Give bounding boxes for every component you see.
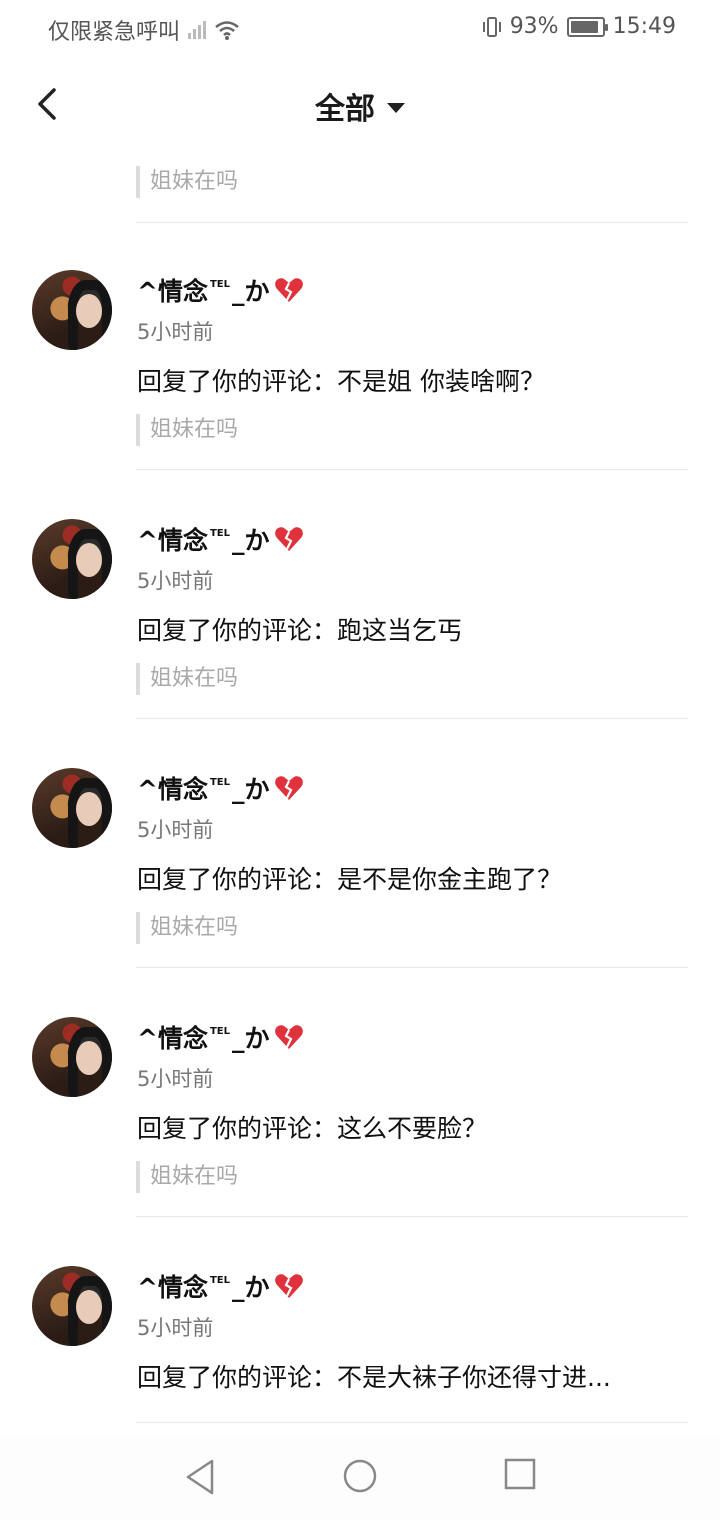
- username-suffix: _か: [231, 277, 270, 306]
- broken-heart-icon: [274, 1274, 303, 1298]
- divider: [136, 222, 688, 223]
- header: 全部: [0, 70, 720, 142]
- battery-icon: [566, 16, 608, 37]
- avatar[interactable]: [32, 1017, 112, 1097]
- username[interactable]: ^情念 TEL _か: [137, 770, 304, 806]
- filter-dropdown[interactable]: 全部: [0, 84, 720, 128]
- triangle-back-icon[interactable]: [184, 1458, 216, 1496]
- status-left: 仅限紧急呼叫: [48, 14, 240, 46]
- battery-percent: 93%: [509, 14, 559, 39]
- quoted-comment: 姐妹在吗: [136, 1161, 238, 1193]
- caret-down-icon: [387, 103, 405, 113]
- notification-item[interactable]: ^情念 TEL _か 5小时前 回复了你的评论：跑这当乞丐 姐妹在吗: [0, 519, 720, 768]
- username-tel: TEL: [209, 1274, 230, 1286]
- username-suffix: _か: [231, 1024, 270, 1053]
- divider: [136, 718, 688, 719]
- clock: 15:49: [612, 14, 676, 39]
- timestamp: 5小时前: [137, 569, 214, 593]
- quoted-comment: 姐妹在吗: [136, 663, 238, 695]
- username-text: ^情念: [137, 1273, 208, 1302]
- timestamp: 5小时前: [137, 1316, 214, 1340]
- avatar-face: [76, 543, 102, 577]
- quoted-comment: 姐妹在吗: [136, 912, 238, 944]
- avatar[interactable]: [32, 270, 112, 350]
- circle-home-icon[interactable]: [342, 1458, 378, 1494]
- username[interactable]: ^情念 TEL _か: [137, 1268, 304, 1304]
- username-tel: TEL: [209, 278, 230, 290]
- notification-item[interactable]: ^情念 TEL _か 5小时前 回复了你的评论：这么不要脸？ 姐妹在吗: [0, 1017, 720, 1266]
- vibrate-icon: [482, 16, 501, 37]
- divider: [136, 967, 688, 968]
- status-bar: 仅限紧急呼叫 93% 15:49: [0, 0, 720, 58]
- username-text: ^情念: [137, 1024, 208, 1053]
- timestamp: 5小时前: [137, 320, 214, 344]
- signal-icon: [186, 19, 208, 41]
- comment-text[interactable]: 回复了你的评论：这么不要脸？: [137, 1109, 487, 1145]
- username-suffix: _か: [231, 526, 270, 555]
- carrier-text: 仅限紧急呼叫: [48, 20, 181, 45]
- avatar-face: [76, 1290, 102, 1324]
- avatar-face: [76, 1041, 102, 1075]
- avatar-face: [76, 294, 102, 328]
- square-recents-icon[interactable]: [504, 1458, 536, 1490]
- page-title: 全部: [315, 92, 375, 127]
- username-suffix: _か: [231, 775, 270, 804]
- wifi-icon: [215, 21, 239, 40]
- avatar[interactable]: [32, 519, 112, 599]
- broken-heart-icon: [274, 278, 303, 302]
- username-text: ^情念: [137, 526, 208, 555]
- comment-text[interactable]: 回复了你的评论：不是姐 你装啥啊？: [137, 362, 545, 398]
- broken-heart-icon: [274, 776, 303, 800]
- timestamp: 5小时前: [137, 818, 214, 842]
- notification-item[interactable]: ^情念 TEL _か 5小时前 回复了你的评论：是不是你金主跑了？ 姐妹在吗: [0, 768, 720, 1017]
- quoted-comment: 姐妹在吗: [136, 166, 238, 198]
- timestamp: 5小时前: [137, 1067, 214, 1091]
- comment-text[interactable]: 回复了你的评论：跑这当乞丐: [137, 611, 462, 647]
- username[interactable]: ^情念 TEL _か: [137, 272, 304, 308]
- comment-text[interactable]: 回复了你的评论：不是大袜子你还得寸进...: [137, 1358, 611, 1394]
- broken-heart-icon: [274, 1025, 303, 1049]
- system-nav-bar: [0, 1434, 720, 1520]
- quoted-comment: 姐妹在吗: [136, 414, 238, 446]
- divider: [136, 1422, 688, 1423]
- username-suffix: _か: [231, 1273, 270, 1302]
- notification-item[interactable]: ^情念 TEL _か 5小时前 回复了你的评论：不是姐 你装啥啊？ 姐妹在吗: [0, 270, 720, 519]
- username-tel: TEL: [209, 776, 230, 788]
- avatar[interactable]: [32, 1266, 112, 1346]
- username-tel: TEL: [209, 527, 230, 539]
- username-tel: TEL: [209, 1025, 230, 1037]
- broken-heart-icon: [274, 527, 303, 551]
- avatar-face: [76, 792, 102, 826]
- username[interactable]: ^情念 TEL _か: [137, 521, 304, 557]
- avatar[interactable]: [32, 768, 112, 848]
- comment-text[interactable]: 回复了你的评论：是不是你金主跑了？: [137, 860, 562, 896]
- divider: [136, 469, 688, 470]
- divider: [136, 1216, 688, 1217]
- status-right: 93% 15:49: [482, 14, 676, 39]
- username-text: ^情念: [137, 277, 208, 306]
- username[interactable]: ^情念 TEL _か: [137, 1019, 304, 1055]
- battery-fill: [570, 20, 599, 33]
- username-text: ^情念: [137, 775, 208, 804]
